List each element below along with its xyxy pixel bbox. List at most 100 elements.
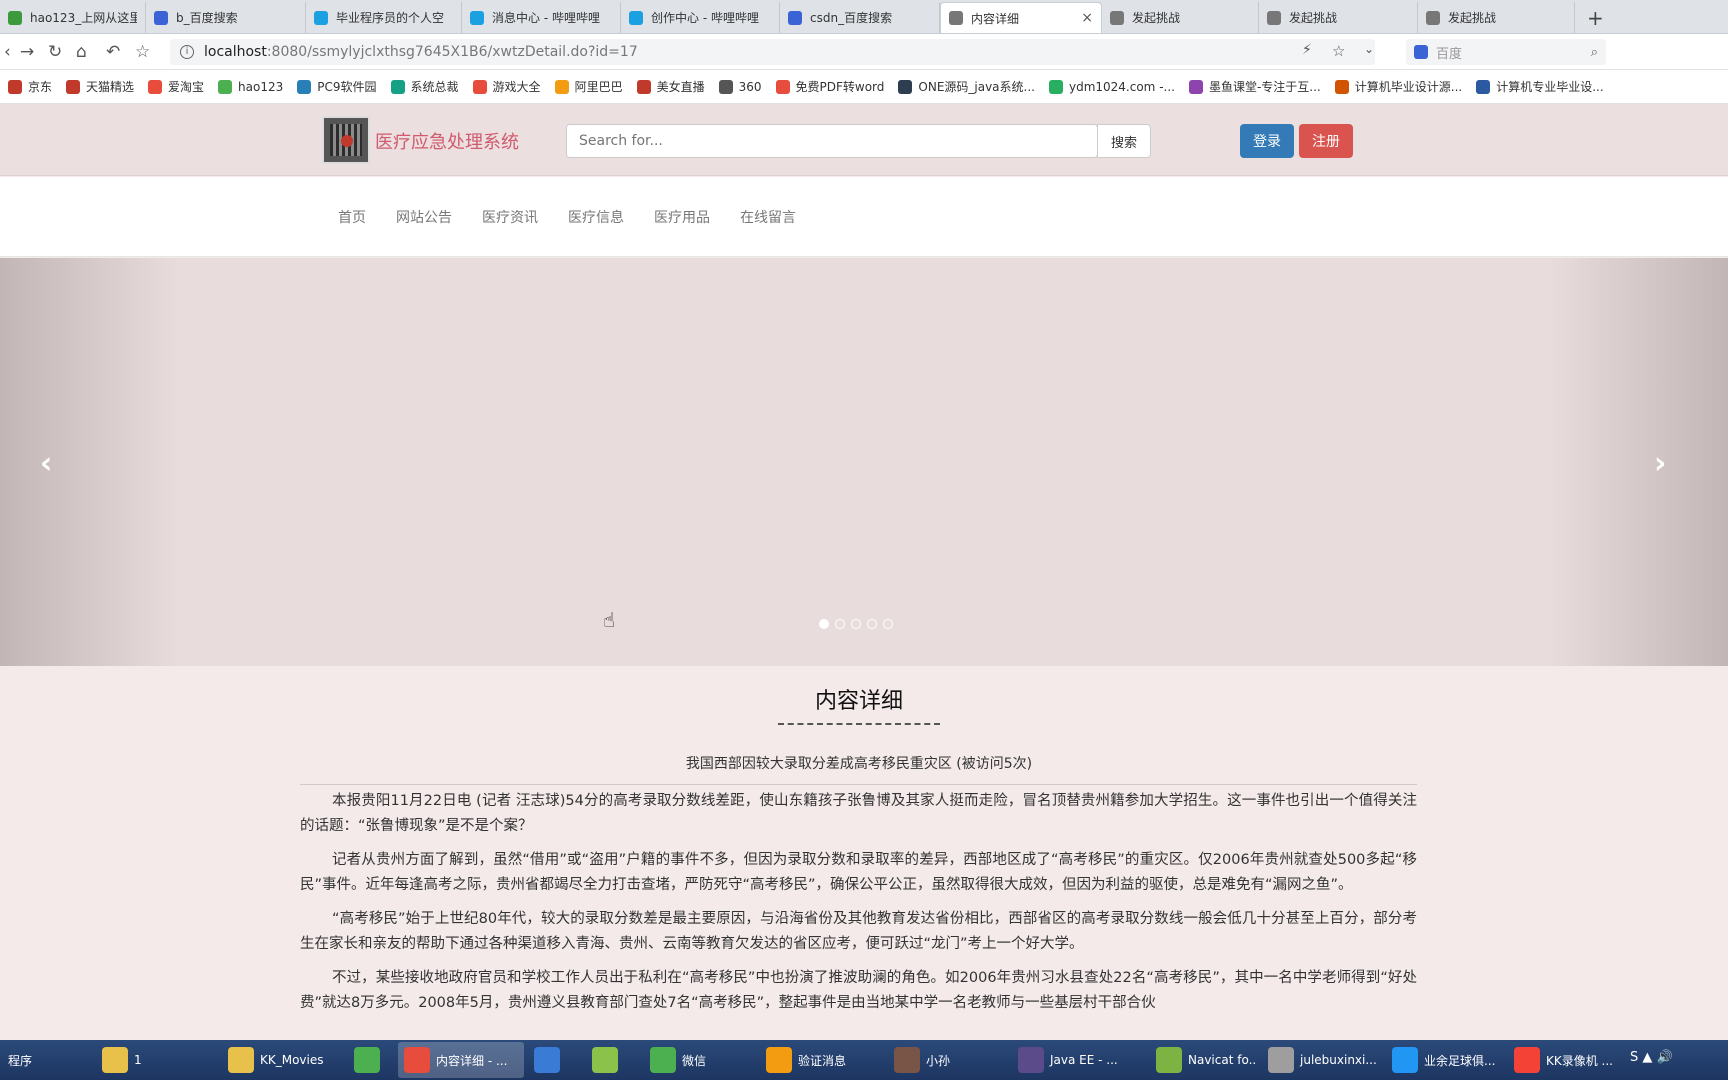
bookmark-item[interactable]: 360 [718, 79, 762, 94]
nav-item-medical-info[interactable]: 医疗信息 [568, 207, 624, 227]
nav-item-medical-news[interactable]: 医疗资讯 [482, 207, 538, 227]
browser-tab[interactable]: 发起挑战 [1259, 2, 1418, 33]
bookmark-item[interactable]: 计算机毕业设计源... [1334, 78, 1462, 95]
bookmark-item[interactable]: 京东 [8, 78, 52, 95]
carousel-next-area[interactable] [1548, 258, 1728, 666]
taskbar-item-label: 业余足球俱... [1424, 1053, 1496, 1068]
bookmark-item[interactable]: 墨鱼课堂-专注于互... [1188, 78, 1321, 95]
bookmarks-bar: 京东 天猫精选 爱淘宝 hao123 PC9软件园 系统总裁 游戏大全 阿里巴巴 美女直播 360… [0, 70, 1728, 104]
taskbar-item[interactable]: 小孙 [888, 1042, 1006, 1078]
carousel-prev-icon[interactable]: ‹ [40, 446, 52, 481]
browser-tab[interactable]: 毕业程序员的个人空 [306, 2, 462, 33]
nav-item-home[interactable]: 首页 [338, 207, 366, 227]
bookmark-favicon-icon [218, 79, 233, 94]
taskbar-item[interactable]: KK录像机 ... [1508, 1042, 1620, 1078]
carousel-next-icon[interactable]: › [1654, 446, 1666, 481]
taskbar-item[interactable]: Navicat fo... [1150, 1042, 1256, 1078]
bookmark-item[interactable]: 天猫精选 [66, 78, 134, 95]
bookmark-item[interactable]: hao123 [218, 79, 284, 94]
carousel-indicators [819, 619, 899, 629]
bookmark-item[interactable]: 免费PDF转word [775, 78, 885, 95]
taskbar-item[interactable]: KK_Movies [222, 1042, 342, 1078]
browser-tab[interactable]: b_百度搜索 [146, 2, 306, 33]
tab-title: 发起挑战 [1448, 11, 1497, 25]
bookmark-label: 免费PDF转word [795, 80, 885, 94]
tab-title: 创作中心 - 哔哩哔哩 [651, 11, 759, 25]
taskbar-item[interactable]: 内容详细 - ... [398, 1042, 524, 1078]
bookmark-item[interactable]: 计算机专业毕业设... [1476, 78, 1604, 95]
forward-icon[interactable]: → [20, 42, 34, 62]
browser-tab[interactable]: 发起挑战 [1418, 2, 1575, 33]
taskbar-item[interactable] [528, 1042, 580, 1078]
close-tab-icon[interactable]: × [1073, 10, 1093, 26]
star-icon[interactable]: ☆ [135, 42, 150, 62]
taskbar-item-label: 小孙 [926, 1053, 951, 1068]
browser-search-input[interactable]: 百度 ⌕ [1406, 39, 1606, 65]
browser-tab[interactable]: csdn_百度搜索 [780, 2, 940, 33]
home-icon[interactable]: ⌂ [76, 42, 87, 62]
bookmark-item[interactable]: 爱淘宝 [148, 78, 204, 95]
browser-tab[interactable]: 内容详细 × [940, 2, 1102, 33]
tab-favicon-icon [629, 10, 643, 25]
bookmark-item[interactable]: 阿里巴巴 [554, 78, 623, 95]
site-search-button[interactable]: 搜索 [1097, 124, 1151, 158]
bookmark-star-icon[interactable]: ☆ [1332, 42, 1345, 60]
bookmark-item[interactable]: ONE源码_java系统... [898, 78, 1035, 95]
new-tab-button[interactable]: + [1587, 6, 1604, 30]
browser-tab[interactable]: 消息中心 - 哔哩哔哩 [462, 2, 621, 33]
taskbar-item[interactable] [348, 1042, 392, 1078]
nav-item-announcements[interactable]: 网站公告 [396, 207, 452, 227]
site-search-field[interactable] [566, 124, 1098, 158]
chevron-down-icon[interactable]: ⌄ [1364, 42, 1374, 56]
nav-item-message-board[interactable]: 在线留言 [740, 207, 796, 227]
bookmark-item[interactable]: 游戏大全 [472, 78, 541, 95]
bookmark-item[interactable]: ydm1024.com -... [1048, 79, 1175, 94]
system-tray[interactable]: S ▲ 🔊 [1630, 1050, 1673, 1065]
carousel-prev-area[interactable] [0, 258, 180, 666]
site-info-icon[interactable]: i [180, 45, 194, 59]
browser-tab[interactable]: 发起挑战 [1102, 2, 1259, 33]
carousel-indicator-dot[interactable] [819, 619, 829, 629]
bookmark-label: hao123 [238, 79, 284, 94]
taskbar-app-icon [1514, 1047, 1540, 1073]
tab-favicon-icon [1110, 10, 1124, 25]
bookmark-favicon-icon [775, 79, 790, 94]
bookmark-item[interactable]: 美女直播 [636, 78, 705, 95]
tab-favicon-icon [154, 10, 168, 25]
bookmark-item[interactable]: 系统总裁 [390, 78, 459, 95]
search-icon[interactable]: ⌕ [1591, 45, 1598, 60]
carousel-indicator-dot[interactable] [835, 619, 845, 629]
url-bar[interactable]: i localhost:8080/ssmylyjclxthsg7645X1B6/… [170, 39, 1375, 65]
site-search-input[interactable] [567, 125, 1097, 157]
register-button[interactable]: 注册 [1299, 124, 1353, 158]
lightning-icon[interactable]: ⚡ [1302, 42, 1312, 58]
login-button[interactable]: 登录 [1240, 124, 1294, 158]
taskbar-item[interactable]: julebuxinxi... [1262, 1042, 1380, 1078]
taskbar-item[interactable]: 验证消息 [760, 1042, 882, 1078]
taskbar-app-icon [1018, 1047, 1044, 1073]
reload-icon[interactable]: ↻ [48, 42, 62, 62]
bookmark-label: 京东 [28, 80, 53, 94]
site-title[interactable]: 医疗应急处理系统 [375, 128, 519, 154]
bookmark-favicon-icon [1334, 79, 1349, 94]
start-programs-button[interactable]: 程序 [8, 1052, 32, 1069]
undo-icon[interactable]: ↶ [106, 42, 120, 62]
nav-item-medical-supplies[interactable]: 医疗用品 [654, 207, 710, 227]
taskbar-item[interactable] [586, 1042, 638, 1078]
taskbar-item[interactable]: 业余足球俱... [1386, 1042, 1502, 1078]
taskbar-item[interactable]: 1 [96, 1042, 216, 1078]
browser-tab[interactable]: hao123_上网从这里 [0, 2, 146, 33]
carousel-indicator-dot[interactable] [883, 619, 893, 629]
carousel-indicator-dot[interactable] [867, 619, 877, 629]
taskbar-item-label: 微信 [682, 1053, 707, 1068]
taskbar-app-icon [1392, 1047, 1418, 1073]
taskbar-app-icon [354, 1047, 380, 1073]
bookmark-item[interactable]: PC9软件园 [297, 78, 377, 95]
back-icon[interactable]: ‹ [4, 42, 11, 62]
taskbar-item[interactable]: Java EE - ... [1012, 1042, 1142, 1078]
taskbar-item[interactable]: 微信 [644, 1042, 754, 1078]
bookmark-label: 天猫精选 [86, 80, 135, 94]
carousel-indicator-dot[interactable] [851, 619, 861, 629]
browser-tab[interactable]: 创作中心 - 哔哩哔哩 [621, 2, 780, 33]
bookmark-label: PC9软件园 [317, 80, 377, 94]
